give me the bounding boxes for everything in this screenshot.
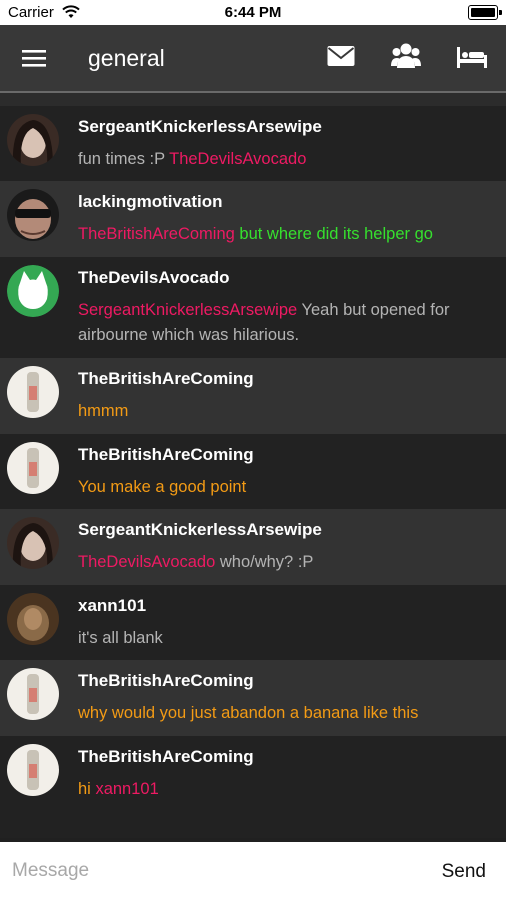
message-item[interactable]: TheBritishAreComing You make a good poin… bbox=[0, 434, 506, 509]
battery-icon bbox=[468, 5, 502, 20]
avatar[interactable] bbox=[7, 265, 59, 317]
message-item[interactable]: TheDevilsAvocado SergeantKnickerlessArse… bbox=[0, 257, 506, 358]
list-top-spacer bbox=[0, 93, 506, 106]
avatar[interactable] bbox=[7, 189, 59, 241]
top-navigation-bar: general bbox=[0, 25, 506, 91]
avatar[interactable] bbox=[7, 114, 59, 166]
message-text: hi xann101 bbox=[78, 777, 488, 802]
message-item[interactable]: SergeantKnickerlessArsewipe fun times :P… bbox=[0, 106, 506, 181]
avatar[interactable] bbox=[7, 517, 59, 569]
user-mention[interactable]: SergeantKnickerlessArsewipe bbox=[78, 301, 297, 319]
message-item[interactable]: TheBritishAreComing hmmm bbox=[0, 358, 506, 434]
message-text: hmmm bbox=[78, 399, 488, 424]
status-bar: Carrier 6:44 PM bbox=[0, 0, 506, 25]
message-item[interactable]: TheBritishAreComing hi xann101 bbox=[0, 736, 506, 838]
message-text-part: it's all blank bbox=[78, 629, 163, 647]
message-text-part: hi bbox=[78, 780, 96, 798]
user-mention[interactable]: TheDevilsAvocado bbox=[169, 150, 306, 168]
message-username[interactable]: TheBritishAreComing bbox=[78, 445, 254, 465]
avatar[interactable] bbox=[7, 442, 59, 494]
mail-icon[interactable] bbox=[327, 45, 355, 72]
message-text-part: but where did its helper go bbox=[234, 225, 433, 243]
message-text: why would you just abandon a banana like… bbox=[78, 701, 488, 726]
message-text-part: why would you just abandon a banana like… bbox=[78, 704, 419, 722]
message-username[interactable]: TheBritishAreComing bbox=[78, 747, 254, 767]
clock: 6:44 PM bbox=[224, 4, 282, 21]
message-text: fun times :P TheDevilsAvocado bbox=[78, 147, 488, 172]
message-username[interactable]: lackingmotivation bbox=[78, 192, 223, 212]
message-username[interactable]: TheDevilsAvocado bbox=[78, 268, 229, 288]
message-text-part: fun times :P bbox=[78, 150, 170, 168]
channel-title: general bbox=[88, 45, 165, 71]
message-item[interactable]: xann101 it's all blank bbox=[0, 585, 506, 660]
message-text: SergeantKnickerlessArsewipe Yeah but ope… bbox=[78, 298, 488, 348]
avatar[interactable] bbox=[7, 366, 59, 418]
message-item[interactable]: TheBritishAreComing why would you just a… bbox=[0, 660, 506, 736]
menu-icon[interactable] bbox=[22, 48, 46, 73]
message-text: TheBritishAreComing but where did its he… bbox=[78, 222, 488, 247]
message-input[interactable] bbox=[12, 856, 392, 886]
bed-icon[interactable] bbox=[456, 45, 488, 74]
message-list[interactable]: SergeantKnickerlessArsewipe fun times :P… bbox=[0, 106, 506, 838]
message-username[interactable]: TheBritishAreComing bbox=[78, 671, 254, 691]
message-username[interactable]: SergeantKnickerlessArsewipe bbox=[78, 520, 322, 540]
avatar[interactable] bbox=[7, 668, 59, 720]
message-text-part: You make a good point bbox=[78, 478, 247, 496]
message-item[interactable]: SergeantKnickerlessArsewipe TheDevilsAvo… bbox=[0, 509, 506, 585]
avatar[interactable] bbox=[7, 593, 59, 645]
user-mention[interactable]: TheBritishAreComing bbox=[78, 225, 235, 243]
avatar[interactable] bbox=[7, 744, 59, 796]
message-composer: Send bbox=[0, 842, 506, 900]
message-text: TheDevilsAvocado who/why? :P bbox=[78, 550, 488, 575]
message-text: it's all blank bbox=[78, 626, 488, 651]
user-mention[interactable]: xann101 bbox=[95, 780, 158, 798]
message-username[interactable]: TheBritishAreComing bbox=[78, 369, 254, 389]
message-item[interactable]: lackingmotivation TheBritishAreComing bu… bbox=[0, 181, 506, 257]
message-username[interactable]: SergeantKnickerlessArsewipe bbox=[78, 117, 322, 137]
message-text-part: who/why? :P bbox=[215, 553, 314, 571]
send-button[interactable]: Send bbox=[442, 861, 486, 883]
message-text: You make a good point bbox=[78, 475, 488, 500]
message-username[interactable]: xann101 bbox=[78, 596, 146, 616]
users-icon[interactable] bbox=[391, 42, 421, 75]
message-text-part: hmmm bbox=[78, 402, 129, 420]
user-mention[interactable]: TheDevilsAvocado bbox=[78, 553, 215, 571]
